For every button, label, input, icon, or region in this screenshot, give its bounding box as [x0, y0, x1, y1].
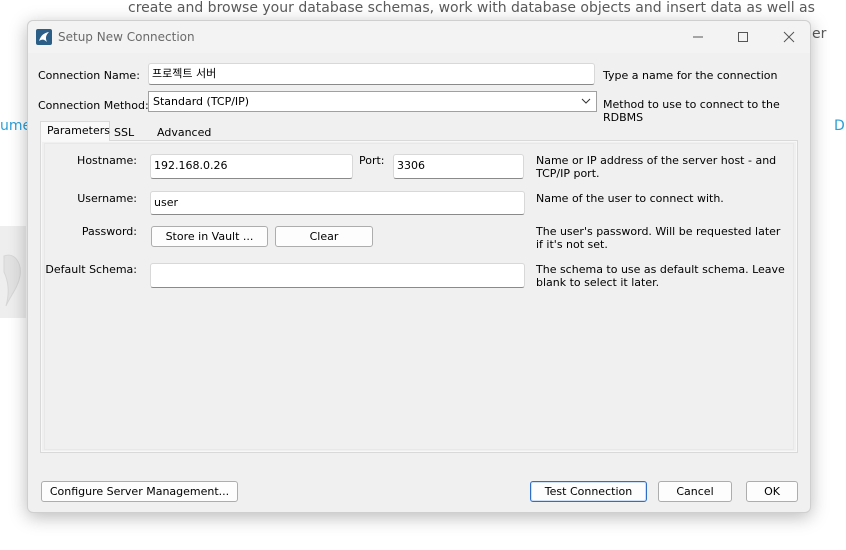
parameters-tab-panel: [40, 140, 798, 453]
default-schema-hint: The schema to use as default schema. Lea…: [536, 263, 785, 289]
background-text-line: create and browse your database schemas,…: [128, 0, 815, 16]
clear-password-button[interactable]: Clear: [275, 226, 373, 247]
parameters-inner-panel: [44, 143, 794, 450]
background-link-fragment-right[interactable]: D: [834, 118, 845, 134]
maximize-button[interactable]: [728, 26, 758, 48]
hostname-input[interactable]: 192.168.0.26: [150, 154, 353, 179]
setup-new-connection-dialog: Setup New Connection Connection Name: 프로…: [27, 20, 811, 513]
connection-method-select[interactable]: Standard (TCP/IP): [148, 91, 597, 112]
connection-name-hint: Type a name for the connection: [603, 69, 778, 82]
username-input[interactable]: user: [150, 191, 525, 215]
connection-name-label: Connection Name:: [38, 69, 140, 82]
username-label: Username:: [77, 192, 137, 205]
password-label: Password:: [81, 225, 137, 238]
store-in-vault-button[interactable]: Store in Vault ...: [151, 226, 268, 247]
hostname-label: Hostname:: [77, 154, 137, 167]
mysql-workbench-icon: [36, 29, 52, 45]
minimize-icon: [693, 36, 703, 38]
connection-method-hint: Method to use to connect to the RDBMS: [603, 98, 780, 124]
background-text-fragment: er: [812, 26, 827, 42]
port-input[interactable]: 3306: [393, 154, 524, 179]
hostname-port-hint: Name or IP address of the server host - …: [536, 154, 777, 180]
test-connection-button[interactable]: Test Connection: [530, 481, 647, 502]
dialog-title: Setup New Connection: [58, 30, 195, 44]
connection-method-label: Connection Method:: [38, 99, 149, 112]
connection-method-value: Standard (TCP/IP): [153, 95, 250, 108]
password-hint: The user's password. Will be requested l…: [536, 225, 781, 251]
cancel-button[interactable]: Cancel: [658, 481, 732, 502]
default-schema-label: Default Schema:: [45, 263, 137, 276]
tab-parameters[interactable]: Parameters: [40, 121, 110, 141]
close-button[interactable]: [774, 26, 804, 48]
title-bar[interactable]: Setup New Connection: [28, 21, 810, 53]
maximize-icon: [738, 32, 748, 42]
minimize-button[interactable]: [683, 26, 713, 48]
username-hint: Name of the user to connect with.: [536, 192, 724, 205]
default-schema-input[interactable]: [150, 263, 525, 288]
port-label: Port:: [359, 154, 385, 167]
chevron-down-icon: [581, 98, 591, 104]
close-icon: [783, 31, 795, 43]
configure-server-management-button[interactable]: Configure Server Management...: [41, 481, 238, 502]
ok-button[interactable]: OK: [746, 481, 798, 502]
dolphin-watermark-icon: [3, 254, 21, 307]
connection-name-input[interactable]: 프로젝트 서버: [148, 63, 595, 85]
background-card: [0, 226, 26, 318]
